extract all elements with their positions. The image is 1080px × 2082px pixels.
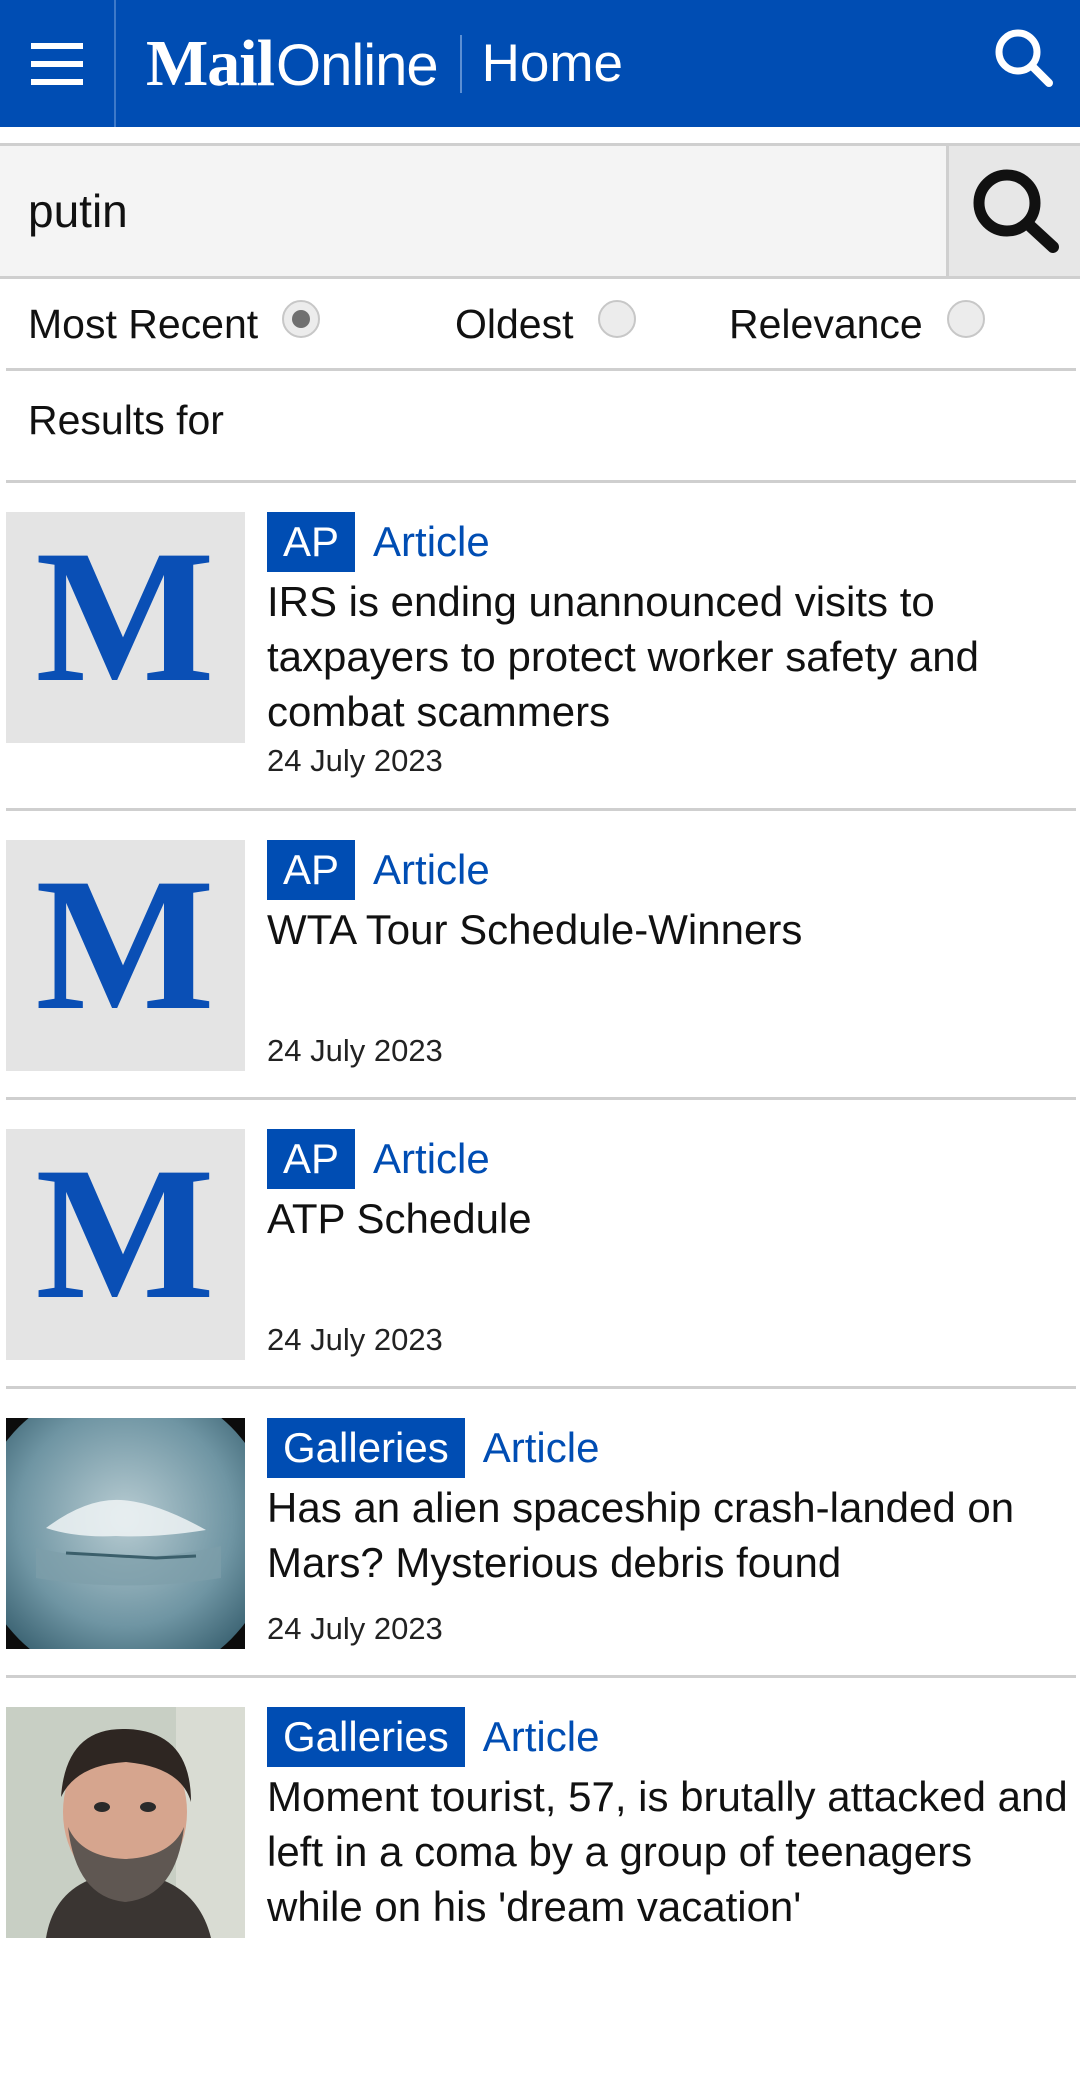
radio-oldest[interactable] (597, 299, 636, 338)
dailymail-m-logo[interactable]: M (6, 1129, 245, 1360)
mars-debris-photo[interactable] (6, 1418, 245, 1649)
result-title[interactable]: Has an alien spaceship crash-landed on M… (267, 1480, 1070, 1590)
man-portrait-photo[interactable] (6, 1707, 245, 1938)
svg-text:M: M (35, 840, 214, 1050)
mailonline-logo[interactable]: Mail Online (146, 26, 439, 102)
logo-divider (459, 34, 462, 93)
radio-relevance[interactable] (946, 299, 985, 338)
search-submit-button[interactable] (946, 146, 1080, 276)
result-title[interactable]: Moment tourist, 57, is brutally attacked… (267, 1769, 1070, 1934)
search-icon (995, 29, 1053, 87)
header-search-button[interactable] (992, 26, 1062, 96)
logo-mail-text: Mail (146, 26, 275, 100)
result-item[interactable]: M AP Article WTA Tour Schedule-Winners 2… (6, 811, 1076, 1100)
result-content: Galleries Article Moment tourist, 57, is… (267, 1707, 1070, 1934)
content-type[interactable]: Article (483, 1424, 600, 1472)
result-title[interactable]: WTA Tour Schedule-Winners (267, 902, 1070, 957)
result-title[interactable]: IRS is ending unannounced visits to taxp… (267, 574, 1070, 739)
content-type[interactable]: Article (373, 846, 490, 894)
result-content: Galleries Article Has an alien spaceship… (267, 1418, 1070, 1590)
header-divider (114, 0, 116, 127)
svg-text:M: M (35, 1129, 214, 1339)
result-content: AP Article WTA Tour Schedule-Winners (267, 840, 1070, 957)
result-title[interactable]: ATP Schedule (267, 1191, 1070, 1246)
hamburger-menu-icon (31, 42, 83, 85)
result-date: 24 July 2023 (267, 743, 443, 778)
sort-oldest[interactable]: Oldest (455, 299, 636, 348)
content-type[interactable]: Article (373, 1135, 490, 1183)
result-date: 24 July 2023 (267, 1322, 443, 1357)
result-item[interactable]: M AP Article IRS is ending unannounced v… (6, 483, 1076, 811)
source-tag[interactable]: AP (267, 512, 356, 572)
source-tag[interactable]: AP (267, 1129, 356, 1189)
result-item[interactable]: Galleries Article Has an alien spaceship… (6, 1389, 1076, 1678)
svg-text:M: M (35, 512, 214, 722)
result-item[interactable]: Galleries Article Moment tourist, 57, is… (6, 1678, 1076, 1998)
dailymail-m-logo[interactable]: M (6, 512, 245, 743)
result-content: AP Article ATP Schedule (267, 1129, 1070, 1246)
result-content: AP Article IRS is ending unannounced vis… (267, 512, 1070, 739)
sort-label: Most Recent (28, 301, 259, 347)
logo-online-text: Online (275, 32, 439, 98)
result-item[interactable]: M AP Article ATP Schedule 24 July 2023 (6, 1100, 1076, 1389)
content-type[interactable]: Article (483, 1713, 600, 1761)
sort-options: Most Recent Oldest Relevance (6, 279, 1076, 371)
result-date: 24 July 2023 (267, 1033, 443, 1068)
search-icon (973, 169, 1059, 253)
source-tag[interactable]: AP (267, 840, 356, 900)
sort-most-recent[interactable]: Most Recent (28, 299, 321, 348)
menu-button[interactable] (0, 0, 114, 127)
section-title[interactable]: Home (482, 33, 623, 94)
dailymail-m-logo[interactable]: M (6, 840, 245, 1071)
source-tag[interactable]: Galleries (267, 1418, 465, 1478)
source-tag[interactable]: Galleries (267, 1707, 465, 1767)
result-date: 24 July 2023 (267, 1611, 443, 1646)
radio-most-recent[interactable] (282, 299, 321, 338)
sort-label: Relevance (729, 301, 923, 347)
top-header: Mail Online Home (0, 0, 1080, 127)
results-heading: Results for (6, 371, 1076, 483)
search-input[interactable] (0, 146, 946, 276)
sort-label: Oldest (455, 301, 574, 347)
content-type[interactable]: Article (373, 518, 490, 566)
sort-relevance[interactable]: Relevance (729, 299, 985, 348)
search-bar (0, 143, 1080, 279)
